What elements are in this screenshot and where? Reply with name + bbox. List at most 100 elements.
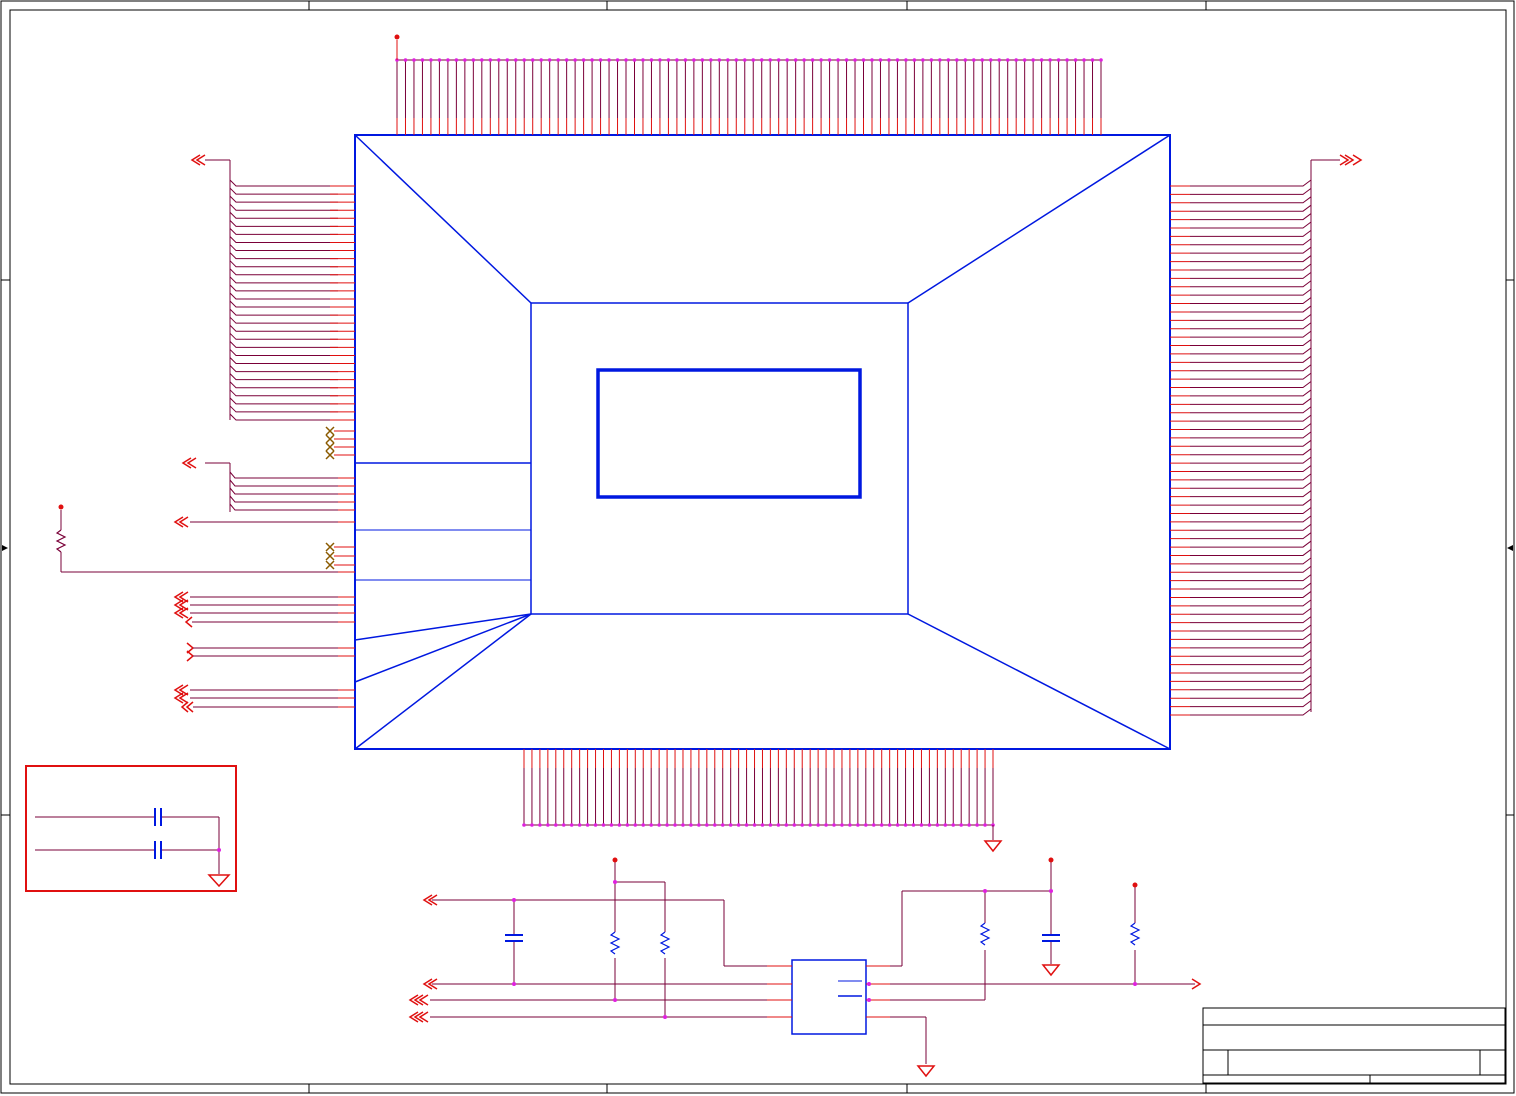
left-bus-wire [229, 268, 338, 276]
junction-dot-icon [615, 58, 620, 62]
left-bus-wire [229, 397, 338, 405]
right-bus-wire [1190, 423, 1312, 431]
junction-dot-icon [530, 58, 535, 62]
junction-dot-icon [768, 823, 773, 827]
junction-dot-icon [471, 58, 476, 62]
junction-dot-icon [1031, 58, 1035, 62]
right-bus-wire [1190, 196, 1312, 204]
right-bus-wire [1190, 431, 1312, 439]
junction-dot-icon [625, 823, 630, 827]
junction-dot-icon [609, 823, 614, 827]
right-bus-wire [1190, 330, 1312, 338]
junction-dot-icon [832, 823, 836, 827]
ground-icon [983, 825, 1003, 853]
junction-dot-icon [649, 823, 653, 827]
title-block [1202, 1007, 1506, 1084]
junction-dot-icon [935, 823, 940, 827]
signal-group-c [173, 684, 355, 713]
junction-dot-icon [879, 823, 884, 827]
right-bus-wire [1190, 448, 1312, 456]
junction-dot-icon [903, 823, 908, 827]
junction-dot-icon [709, 58, 713, 62]
junction-dot-icon [403, 58, 408, 62]
junction-dot-icon [861, 58, 866, 62]
lower-circuit [408, 857, 1202, 1078]
right-bus-wire [1190, 187, 1312, 195]
junction-dot-icon [598, 58, 603, 62]
offpage-connector-icon [181, 457, 197, 469]
right-bus-wire [1190, 624, 1312, 632]
junction-dot-icon [967, 823, 971, 827]
left-bus-wire [229, 373, 338, 381]
right-bus-wire [1190, 607, 1312, 615]
junction-dot-icon [725, 58, 730, 62]
junction-dot-icon [988, 58, 993, 62]
left-bus-wire [229, 308, 338, 316]
junction-dot-icon [412, 58, 416, 62]
right-bus-wire [1190, 204, 1312, 212]
left-bus-2 [181, 457, 355, 512]
junction-dot-icon [420, 58, 425, 62]
junction-dot-icon [556, 58, 560, 62]
junction-dot-icon [810, 58, 815, 62]
junction-dot-icon [870, 58, 874, 62]
left-bus [190, 154, 231, 420]
junction-dot-icon [505, 58, 510, 62]
right-bus [1310, 154, 1363, 712]
power-icon [58, 504, 64, 510]
junction-dot-icon [971, 58, 976, 62]
junction-dot-icon [734, 58, 739, 62]
junction-dot-icon [800, 823, 805, 827]
left-bus-wire [229, 381, 338, 389]
right-bus-wire [1190, 481, 1312, 489]
right-bus-wire [1190, 246, 1312, 254]
junction-dot-icon [848, 823, 852, 827]
junction-dot-icon [784, 823, 789, 827]
right-bus-wire [1190, 708, 1312, 716]
junction-dot-icon [938, 58, 942, 62]
left-bus-wire [229, 349, 338, 356]
junction-dot-icon [1014, 58, 1018, 62]
junction-dot-icon [454, 58, 459, 62]
left-bus-pins [229, 179, 355, 421]
junction-dot-icon [561, 823, 566, 827]
right-bus-wire [1190, 406, 1312, 414]
right-bus-wire [1190, 263, 1312, 271]
junction-dot-icon [853, 58, 857, 62]
junction-dot-icon [751, 58, 756, 62]
junction-dot-icon [463, 58, 467, 62]
junction-dot-icon [539, 58, 543, 62]
junction-dot-icon [887, 823, 892, 827]
right-bus-wire [1190, 288, 1312, 296]
junction-dot-icon [844, 58, 849, 62]
junction-dot-icon [569, 823, 574, 827]
junction-dot-icon [785, 58, 789, 62]
right-bus-wire [1190, 532, 1312, 540]
signal-line [173, 516, 355, 528]
junction-dot-icon [720, 823, 725, 827]
junction-dot-icon [927, 823, 932, 827]
right-bus-wire [1190, 465, 1312, 472]
junction-dot-icon [1056, 58, 1061, 62]
junction-dot-icon [1005, 58, 1010, 62]
right-bus-wire [1190, 355, 1312, 363]
right-bus-wire [1190, 238, 1312, 246]
junction-dot-icon [929, 58, 934, 62]
junction-dot-icon [480, 58, 484, 62]
right-bus-pins [1170, 179, 1312, 716]
junction-dot-icon [633, 823, 638, 827]
junction-dot-icon [776, 58, 781, 62]
right-bus-wire [1190, 641, 1312, 649]
left-bus-wire [229, 203, 338, 211]
pullup-resistor-left [55, 504, 355, 573]
junction-dot-icon [657, 823, 661, 827]
ic-die-label-box [596, 368, 862, 499]
right-bus-wire [1190, 271, 1312, 279]
ground-icon [916, 1065, 936, 1078]
junction-dot-icon [946, 58, 951, 62]
junction-dot-icon [759, 58, 764, 62]
junction-dot-icon [546, 823, 550, 827]
junction-dot-icon [689, 823, 693, 827]
junction-dot-icon [649, 58, 654, 62]
offpage-connector-icon [408, 894, 438, 1023]
